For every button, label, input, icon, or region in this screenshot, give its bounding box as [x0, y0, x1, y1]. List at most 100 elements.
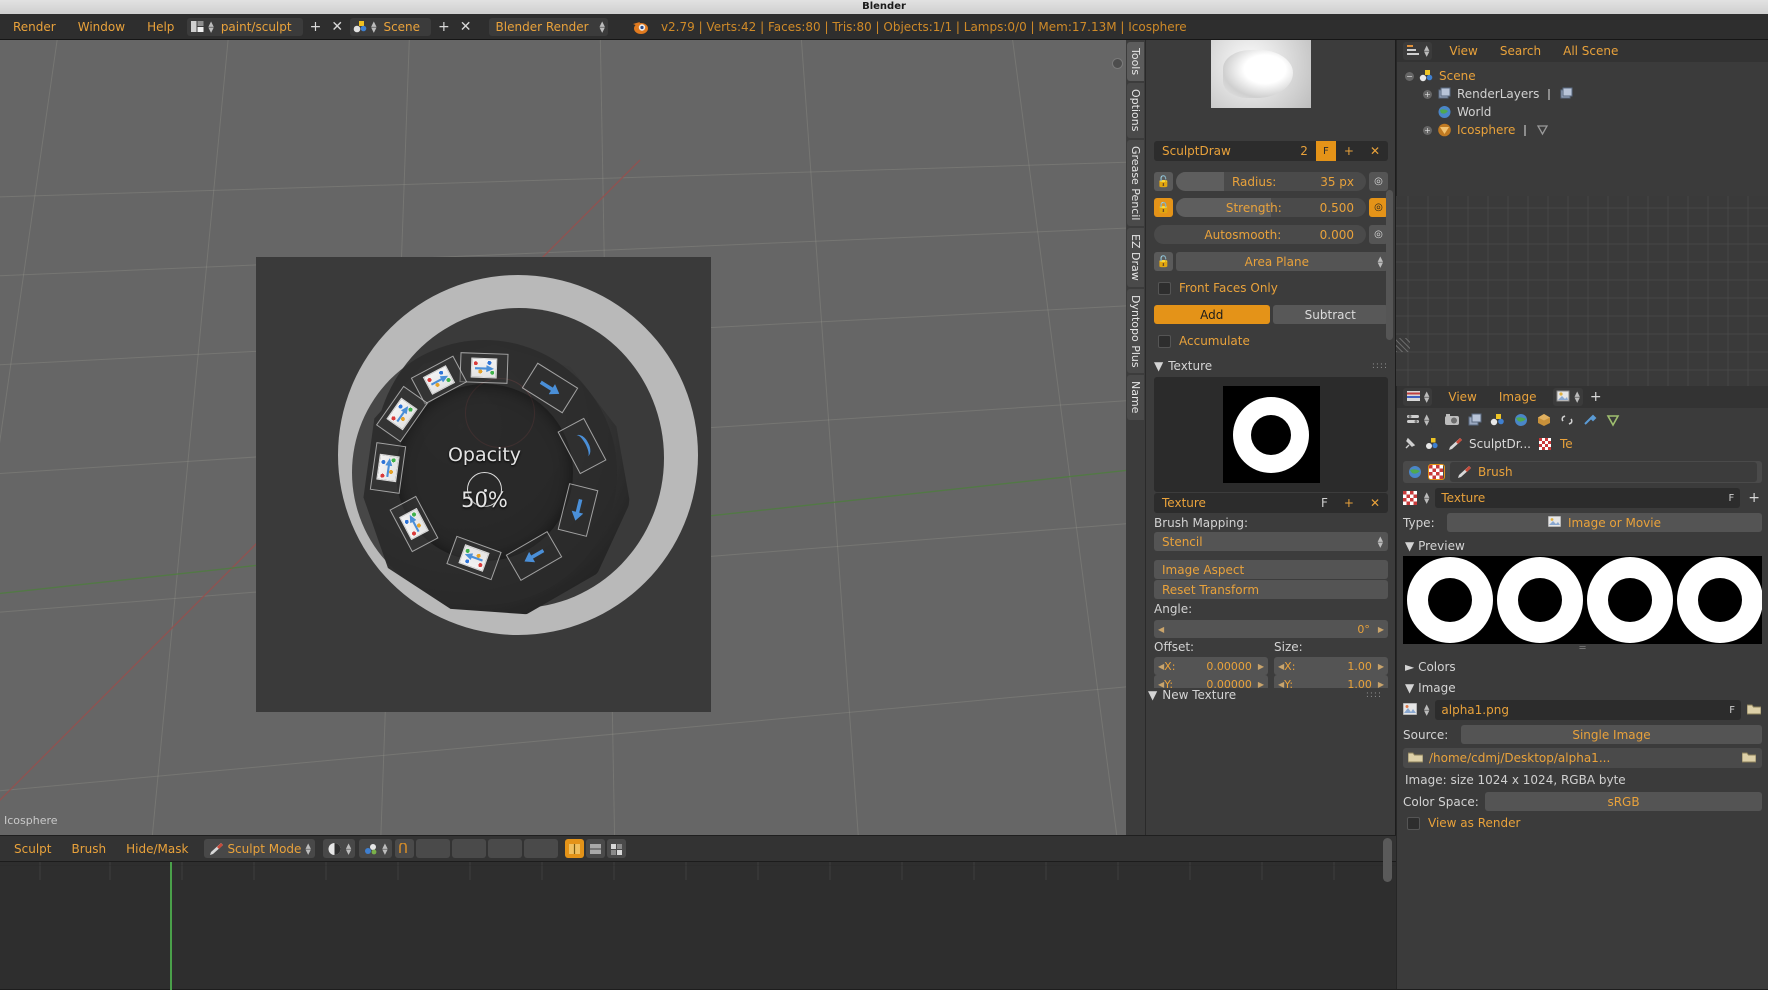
3d-viewport[interactable]: Opacity 50% Icosphere [0, 40, 1126, 835]
layers-toggle-icon[interactable] [606, 839, 626, 858]
remove-brush-button[interactable]: ✕ [1362, 144, 1388, 158]
chevron-updown-icon[interactable]: ▲ ▼ [371, 20, 376, 33]
tab-constraints-icon[interactable] [1557, 411, 1576, 429]
tab-grease-pencil[interactable]: Grease Pencil [1127, 139, 1144, 227]
panel-resize-grip-icon[interactable]: ═ [1397, 644, 1768, 654]
texture-icon[interactable] [1538, 437, 1553, 451]
preview-section-header[interactable]: ▼ Preview [1405, 539, 1760, 553]
expand-icon[interactable]: + [1423, 125, 1432, 135]
outliner-menu-view[interactable]: View [1438, 44, 1488, 58]
angle-slider[interactable]: ◀ 0° ▶ [1154, 620, 1388, 638]
screen-layout-selector[interactable]: ▲ ▼ paint/sculpt [187, 17, 303, 36]
chevron-updown-icon[interactable]: ▲ ▼ [600, 20, 605, 33]
image-fake-user-button[interactable]: F [1729, 705, 1735, 716]
brush-texture-slot-row[interactable]: Brush [1403, 461, 1762, 483]
strength-lock-icon[interactable]: 🔒 [1154, 198, 1173, 217]
tab-tools[interactable]: Tools [1127, 42, 1144, 82]
accumulate-checkbox[interactable] [1158, 334, 1171, 348]
uv-image-editor-canvas[interactable] [1396, 196, 1768, 386]
outliner-row-icosphere[interactable]: + Icosphere [1405, 121, 1768, 139]
toolshelf-collapse-icon[interactable] [1112, 58, 1123, 69]
delete-screen-button[interactable]: ✕ [326, 17, 348, 37]
chevron-updown-icon[interactable]: ▲ ▼ [1424, 704, 1429, 717]
image-source-select[interactable]: Single Image [1461, 725, 1762, 744]
direction-add-button[interactable]: Add [1154, 305, 1270, 324]
image-menu-image[interactable]: Image [1488, 390, 1548, 404]
chevron-right-icon[interactable]: ▶ [1378, 625, 1384, 634]
outliner-row-renderlayers[interactable]: + RenderLayers [1405, 85, 1768, 103]
chevron-updown-icon[interactable]: ▲ ▼ [1424, 45, 1429, 58]
tab-name[interactable]: Name [1127, 375, 1144, 420]
add-screen-button[interactable]: + [305, 17, 327, 37]
image-filepath-row[interactable]: /home/cdmj/Desktop/alpha1... [1403, 748, 1762, 768]
chevron-right-icon[interactable]: ▶ [1378, 662, 1384, 671]
brush-texture-datablock[interactable]: Texture F + ✕ [1154, 493, 1388, 513]
outliner-editor-type-selector[interactable]: ▲ ▼ [1403, 42, 1433, 60]
color-space-select[interactable]: sRGB [1485, 792, 1762, 811]
chevron-updown-icon[interactable]: ▲ ▼ [208, 20, 213, 33]
menu-brush[interactable]: Brush [61, 842, 116, 856]
collapse-icon[interactable]: − [1405, 71, 1414, 81]
chevron-updown-icon[interactable]: ▲ ▼ [1424, 492, 1429, 505]
add-texture-button[interactable]: + [1336, 496, 1362, 510]
add-scene-button[interactable]: + [433, 17, 455, 37]
expand-icon[interactable]: + [1423, 89, 1432, 99]
outliner-row-world[interactable]: World [1405, 103, 1768, 121]
texture-icon[interactable] [1428, 464, 1445, 480]
front-faces-only-checkbox[interactable] [1158, 281, 1171, 295]
tab-ez-draw[interactable]: EZ Draw [1127, 228, 1144, 287]
view-as-render-checkbox[interactable] [1407, 816, 1420, 830]
image-editor-type-selector[interactable]: ▲ ▼ [1403, 388, 1433, 406]
pie-menu[interactable]: Opacity 50% [352, 340, 617, 605]
snap-toggle-icon[interactable] [394, 839, 414, 858]
add-brush-button[interactable]: + [1336, 144, 1362, 158]
texture-preview-strip[interactable] [1403, 556, 1762, 644]
brush-mapping-select[interactable]: Stencil ▲ ▼ [1154, 532, 1388, 551]
tab-scene-icon[interactable] [1488, 411, 1507, 429]
chevron-updown-icon[interactable]: ▲ ▼ [1574, 391, 1579, 404]
chevron-updown-icon[interactable]: ▲ ▼ [305, 842, 310, 855]
delete-scene-button[interactable]: ✕ [455, 17, 477, 37]
chevron-updown-icon[interactable]: ▲ ▼ [1424, 414, 1429, 427]
area-plane-lock-icon[interactable]: 🔓 [1154, 252, 1173, 271]
image-menu-view[interactable]: View [1437, 390, 1487, 404]
menu-render[interactable]: Render [2, 14, 67, 40]
menu-hide-mask[interactable]: Hide/Mask [116, 842, 198, 856]
image-section-header[interactable]: ▼ Image [1405, 681, 1760, 695]
renderlayers-icon[interactable] [1559, 87, 1574, 101]
pivot-point-selector[interactable]: ▲ ▼ [359, 839, 392, 858]
toolshelf-scrollbar[interactable] [1386, 190, 1393, 340]
menu-window[interactable]: Window [67, 14, 136, 40]
fake-user-button[interactable]: F [1315, 141, 1336, 161]
symmetry-y-toggle-icon[interactable] [585, 839, 605, 858]
tab-render-icon[interactable] [1442, 411, 1461, 429]
brush-datablock[interactable]: SculptDraw 2 F + ✕ [1154, 141, 1388, 161]
brush-texture-preview[interactable] [1154, 377, 1388, 492]
panel-grip-icon[interactable]: :::: [1372, 361, 1388, 371]
new-texture-section-header[interactable]: ▼ New Texture [1148, 688, 1236, 702]
chevron-updown-icon[interactable]: ▲ ▼ [346, 842, 351, 855]
texture-datablock-field[interactable]: Texture F [1435, 488, 1741, 508]
autosmooth-slider[interactable]: Autosmooth: 0.000 [1154, 225, 1366, 244]
chevron-updown-icon[interactable]: ▲ ▼ [1424, 391, 1429, 404]
render-engine-selector[interactable]: Blender Render ▲ ▼ [488, 17, 608, 36]
interaction-mode-selector[interactable]: Sculpt Mode ▲ ▼ [204, 839, 315, 858]
open-file-icon[interactable] [1741, 751, 1757, 765]
strength-slider[interactable]: Strength: 0.500 [1176, 198, 1366, 217]
tab-render-layers-icon[interactable] [1465, 411, 1484, 429]
texture-type-select[interactable]: Image or Movie [1447, 513, 1762, 532]
image-datablock-selector[interactable]: ▲ ▼ [1553, 388, 1583, 406]
menu-sculpt[interactable]: Sculpt [4, 842, 61, 856]
timeline-playhead[interactable] [170, 862, 172, 990]
colors-section-header[interactable]: ► Colors [1405, 660, 1760, 674]
viewport-shading-selector[interactable]: ▲ ▼ [322, 839, 356, 858]
outliner-menu-search[interactable]: Search [1489, 44, 1552, 58]
world-icon[interactable] [1408, 465, 1423, 479]
brush-users-count[interactable]: 2 [1292, 144, 1316, 158]
tab-data-icon[interactable] [1603, 411, 1622, 429]
area-plane-field[interactable]: Area Plane ▲ ▼ [1176, 252, 1388, 271]
outliner-row-scene[interactable]: − Scene [1405, 67, 1768, 85]
tab-dyntopo-plus[interactable]: Dyntopo Plus [1127, 288, 1144, 374]
reset-transform-button[interactable]: Reset Transform [1154, 580, 1388, 599]
scene-selector[interactable]: ▲ ▼ Scene [350, 17, 432, 36]
